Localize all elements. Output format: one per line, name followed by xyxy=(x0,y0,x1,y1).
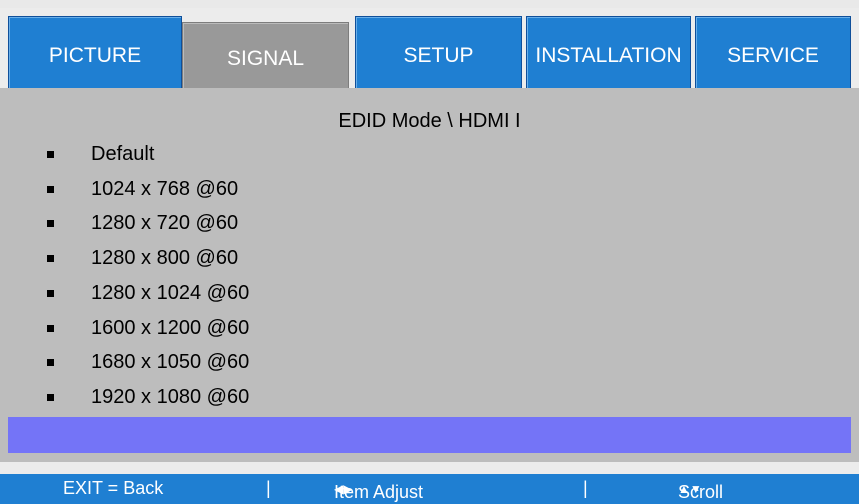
square-bullet-icon xyxy=(47,324,54,332)
tab-bar: PICTURE SIGNAL SETUP INSTALLATION SERVIC… xyxy=(0,8,859,96)
list-item-label: 1280 x 1024 @60 xyxy=(91,281,250,304)
tab-label-setup: SETUP xyxy=(403,44,474,67)
list-item-1680x1050[interactable]: 1680 x 1050 @60 xyxy=(8,345,851,379)
footer-separator: | xyxy=(583,478,588,498)
list-item-label: 1920 x 1080 @60 xyxy=(91,385,250,408)
list-item-label: 1280 x 720 @60 xyxy=(91,211,239,234)
footer-hint-bar: EXIT = Back | Item Adjust ◀▶ | Scroll ▲▼ xyxy=(0,474,859,504)
list-item-1920x1080[interactable]: 1920 x 1080 @60 xyxy=(8,380,851,414)
square-bullet-icon xyxy=(47,289,54,297)
list-item-label: 1680 x 1050 @60 xyxy=(91,350,250,373)
tab-label-installation: INSTALLATION xyxy=(535,44,682,67)
square-bullet-icon xyxy=(47,150,54,158)
square-bullet-icon xyxy=(47,185,54,193)
list-item-label: 1024 x 768 @60 xyxy=(91,177,239,200)
list-item-1280x800[interactable]: 1280 x 800 @60 xyxy=(8,241,851,275)
square-bullet-icon xyxy=(47,219,54,227)
footer-divider xyxy=(0,462,859,474)
list-item-label: Default xyxy=(91,142,155,165)
tab-label-signal: SIGNAL xyxy=(226,47,305,70)
footer-separator: | xyxy=(266,478,271,498)
tab-installation[interactable]: INSTALLATION xyxy=(526,16,691,96)
square-bullet-icon xyxy=(47,254,54,262)
square-bullet-icon xyxy=(47,358,54,366)
list-item-label: 1280 x 800 @60 xyxy=(91,246,239,269)
tab-service[interactable]: SERVICE xyxy=(695,16,851,96)
top-strip xyxy=(0,0,859,8)
list-item-label: 1600 x 1200 @60 xyxy=(91,316,250,339)
osd-menu: PICTURE SIGNAL SETUP INSTALLATION SERVIC… xyxy=(0,0,859,504)
panel-title: EDID Mode \ HDMI I xyxy=(338,110,521,132)
tab-label-picture: PICTURE xyxy=(48,44,142,67)
list-item-1280x720[interactable]: 1280 x 720 @60 xyxy=(8,206,851,240)
tab-picture[interactable]: PICTURE xyxy=(8,16,182,96)
edid-panel: EDID Mode \ HDMI I Default 1024 x 768 @6… xyxy=(8,88,851,462)
selection-highlight-bar[interactable] xyxy=(8,417,851,453)
list-item-1280x1024[interactable]: 1280 x 1024 @60 xyxy=(8,276,851,310)
list-item-1024x768[interactable]: 1024 x 768 @60 xyxy=(8,172,851,206)
tab-signal[interactable]: SIGNAL xyxy=(182,22,349,96)
tab-label-service: SERVICE xyxy=(727,44,819,67)
left-right-arrow-icon: ◀▶ xyxy=(334,482,353,496)
tab-setup[interactable]: SETUP xyxy=(355,16,522,96)
up-down-arrow-icon: ▲▼ xyxy=(678,482,702,496)
square-bullet-icon xyxy=(47,393,54,401)
list-item-1600x1200[interactable]: 1600 x 1200 @60 xyxy=(8,311,851,345)
list-item-default[interactable]: Default xyxy=(8,137,851,171)
exit-hint: EXIT = Back xyxy=(63,478,164,498)
